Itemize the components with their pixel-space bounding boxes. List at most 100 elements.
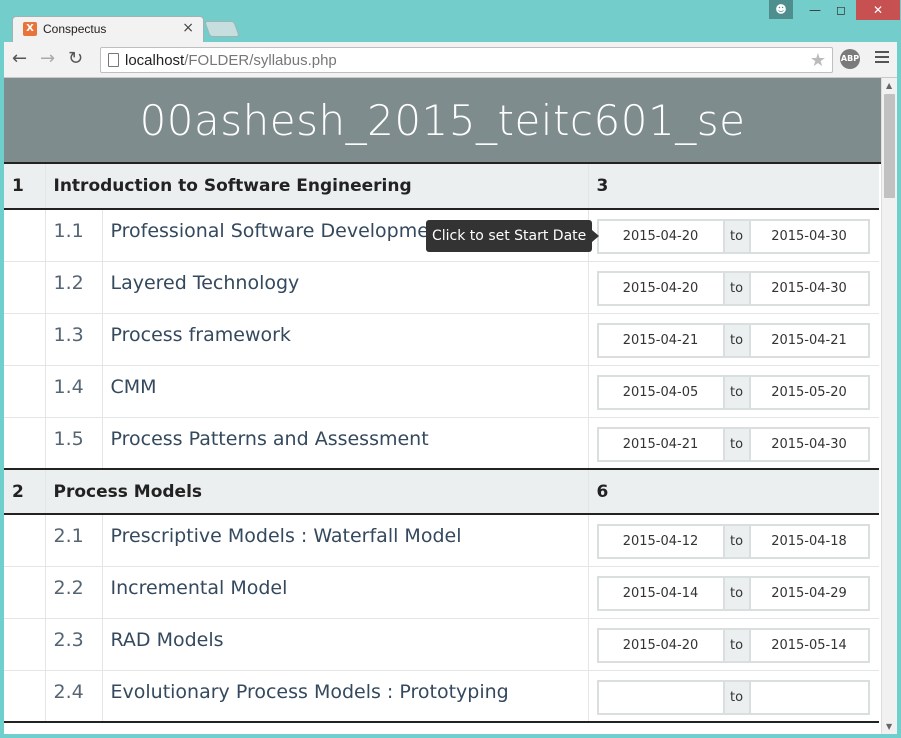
date-range: to: [596, 679, 880, 715]
topic-spacer: [4, 566, 46, 618]
topic-title: CMM: [102, 365, 589, 417]
unit-hours: 3: [596, 176, 609, 196]
user-profile-icon[interactable]: ☻: [769, 0, 793, 19]
start-date-input[interactable]: [596, 426, 725, 462]
topic-title: Process Patterns and Assessment: [102, 417, 589, 469]
to-label: to: [724, 219, 749, 254]
address-bar[interactable]: localhost/FOLDER/syllabus.php ★: [100, 47, 833, 73]
to-label: to: [724, 426, 749, 462]
unit-title: Introduction to Software Engineering: [45, 164, 589, 209]
topic-row: 1.4CMM to: [4, 365, 879, 417]
date-range: to: [596, 270, 880, 306]
end-date-input[interactable]: [748, 679, 870, 715]
bookmark-star-icon[interactable]: ★: [810, 50, 826, 71]
date-range: to: [596, 322, 880, 358]
url-text: localhost/FOLDER/syllabus.php: [125, 52, 337, 69]
xampp-favicon-icon: X: [23, 22, 37, 36]
unit-title: Process Models: [45, 469, 589, 514]
scroll-down-icon[interactable]: ▼: [886, 722, 892, 731]
scroll-up-icon[interactable]: ▲: [886, 81, 892, 90]
end-date-input[interactable]: [748, 627, 870, 663]
end-date-input[interactable]: [748, 426, 870, 462]
topic-number: 1.2: [45, 261, 103, 313]
start-date-input[interactable]: [596, 679, 725, 715]
close-window-button[interactable]: ✕: [856, 0, 900, 20]
forward-arrow-icon[interactable]: →: [40, 50, 55, 68]
start-date-input[interactable]: [596, 524, 725, 559]
topic-row: 2.4 Evolutionary Process Models : Prototy…: [4, 670, 879, 722]
topic-title: Process framework: [102, 313, 589, 365]
url-host: localhost: [125, 52, 185, 69]
date-range: to: [596, 524, 880, 559]
topic-row: 1.5Process Patterns and Assessment to: [4, 417, 879, 469]
topic-dates: to: [588, 566, 879, 618]
page-icon: [108, 53, 119, 67]
topic-dates: to: [588, 670, 879, 722]
new-tab-button[interactable]: [204, 21, 240, 37]
topic-spacer: [4, 618, 46, 670]
scroll-thumb[interactable]: [884, 94, 895, 198]
to-label: to: [724, 270, 749, 306]
vertical-scrollbar[interactable]: ▲ ▼: [881, 78, 897, 734]
start-date-input[interactable]: [596, 219, 725, 254]
topic-number: 1.3: [45, 313, 103, 365]
date-range: to: [596, 426, 880, 462]
topic-dates: to: [588, 618, 879, 670]
start-date-input[interactable]: [596, 627, 725, 663]
browser-toolbar: ← → ↻ localhost/FOLDER/syllabus.php ★ AB…: [4, 42, 897, 78]
topic-spacer: [4, 313, 46, 365]
page-banner: 00ashesh_2015_teitc601_se: [4, 78, 881, 164]
end-date-input[interactable]: [748, 219, 870, 254]
topic-number: 1.4: [45, 365, 103, 417]
unit-row: 1 Introduction to Software Engineering 3: [4, 164, 879, 209]
date-range: to: [596, 219, 880, 254]
end-date-input[interactable]: [748, 374, 870, 410]
to-label: to: [724, 374, 749, 410]
topic-dates: to: [588, 514, 879, 566]
date-range: to: [596, 627, 880, 663]
page-viewport: 00ashesh_2015_teitc601_se 1 Introduction …: [4, 78, 881, 734]
topic-row: 1.2Layered Technology to: [4, 261, 879, 313]
unit-number: 1: [4, 164, 46, 209]
topic-dates: to: [588, 365, 879, 417]
topic-row: 2.2Incremental Model to: [4, 566, 879, 618]
reload-icon[interactable]: ↻: [68, 50, 83, 68]
start-date-input[interactable]: [596, 575, 725, 611]
end-date-input[interactable]: [748, 575, 870, 611]
tab-close-icon[interactable]: ×: [182, 20, 194, 36]
end-date-input[interactable]: [748, 524, 870, 559]
topic-row: 2.3RAD Models to: [4, 618, 879, 670]
end-date-input[interactable]: [748, 270, 870, 306]
menu-icon[interactable]: [875, 51, 889, 65]
topic-title: Incremental Model: [102, 566, 589, 618]
back-arrow-icon[interactable]: ←: [12, 50, 27, 68]
topic-dates: to: [588, 417, 879, 469]
adblock-plus-icon[interactable]: ABP: [840, 49, 860, 69]
start-date-input[interactable]: [596, 374, 725, 410]
topic-spacer: [4, 514, 46, 566]
topic-number: 2.1: [45, 514, 103, 566]
unit-row: 2 Process Models 6: [4, 469, 879, 514]
to-label: to: [724, 679, 749, 715]
to-label: to: [724, 524, 749, 559]
unit-hours: 6: [596, 481, 609, 502]
maximize-button[interactable]: ◻: [826, 0, 856, 20]
start-date-tooltip: Click to set Start Date: [426, 220, 600, 252]
topic-row: 1.3Process framework to: [4, 313, 879, 365]
date-range: to: [596, 374, 880, 410]
topic-title: RAD Models: [102, 618, 589, 670]
end-date-input[interactable]: [748, 322, 870, 358]
topic-number: 2.2: [45, 566, 103, 618]
start-date-input[interactable]: [596, 322, 725, 358]
topic-number: 2.3: [45, 618, 103, 670]
unit-number: 2: [4, 469, 46, 514]
start-date-input[interactable]: [596, 270, 725, 306]
to-label: to: [724, 575, 749, 611]
to-label: to: [724, 322, 749, 358]
topic-spacer: [4, 261, 46, 313]
topic-spacer: [4, 670, 46, 722]
title-bar: X Conspectus × ☻ — ◻ ✕: [0, 0, 901, 42]
url-path: /FOLDER/syllabus.php: [184, 52, 337, 69]
browser-tab[interactable]: X Conspectus ×: [12, 16, 204, 42]
date-range: to: [596, 575, 880, 611]
